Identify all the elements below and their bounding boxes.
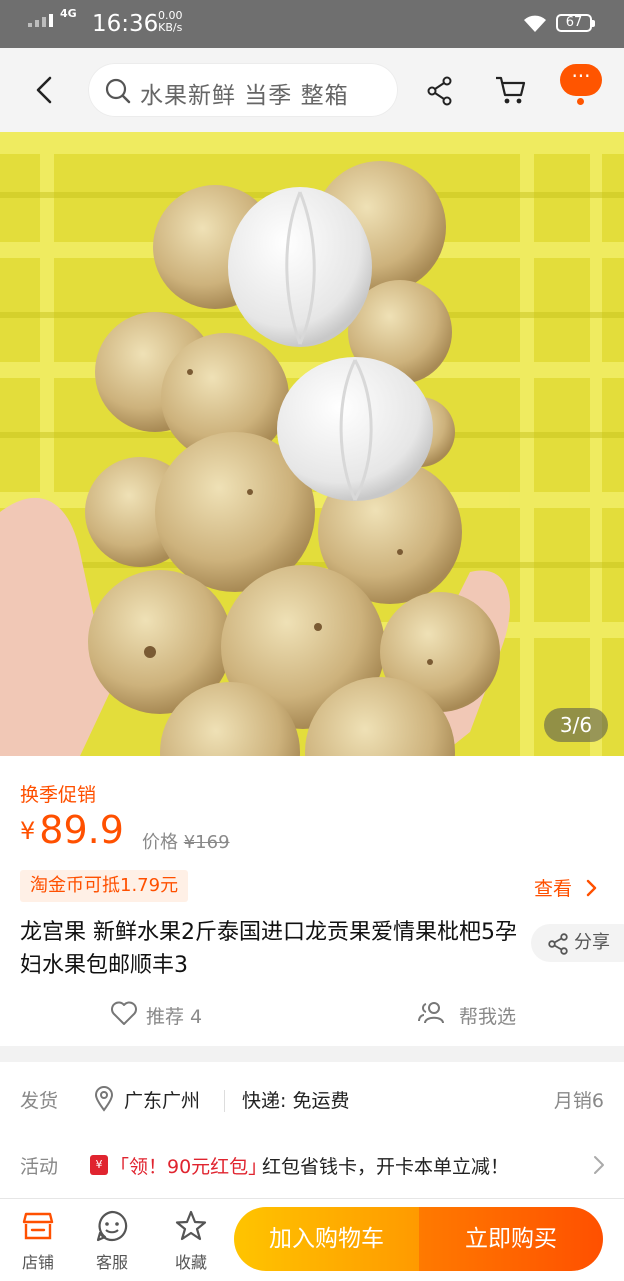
chevron-right-icon bbox=[586, 879, 597, 897]
network-speed: 0.00 KB/s bbox=[158, 10, 183, 34]
product-title: 龙宫果 新鲜水果2斤泰国进口龙贡果爱情果枇杷5孕妇水果包邮顺丰3 bbox=[20, 920, 517, 978]
more-menu-button[interactable]: ··· bbox=[560, 64, 602, 105]
price-currency: ¥ bbox=[20, 817, 36, 845]
promo-label: 换季促销 bbox=[20, 784, 97, 806]
check-offer-label: 查看 bbox=[534, 878, 573, 900]
battery-indicator: 67 bbox=[556, 14, 595, 32]
express-fee: 快递: 免运费 bbox=[242, 1090, 350, 1112]
favorite-button[interactable]: 收藏 bbox=[163, 1209, 219, 1273]
original-price-value: ¥169 bbox=[183, 832, 230, 853]
red-packet-label: 「领！90元红包」 bbox=[110, 1156, 268, 1178]
location-pin-icon bbox=[94, 1086, 114, 1112]
wifi-icon bbox=[524, 15, 546, 32]
longan-fruit-photo bbox=[0, 132, 624, 756]
chevron-right-icon bbox=[594, 1156, 604, 1174]
customer-service-label: 客服 bbox=[95, 1253, 128, 1272]
chat-face-icon bbox=[96, 1210, 128, 1242]
search-bar[interactable]: 水果新鲜 当季 整箱 bbox=[88, 63, 398, 117]
status-bar: 4G 16:36 0.00 KB/s 67 bbox=[0, 0, 624, 48]
search-icon bbox=[105, 78, 131, 104]
store-icon bbox=[22, 1212, 54, 1240]
divider bbox=[224, 1090, 225, 1112]
network-type: 4G bbox=[60, 7, 77, 20]
help-me-choose-label: 帮我选 bbox=[459, 1006, 517, 1028]
recommend-label: 推荐 4 bbox=[146, 1006, 203, 1028]
share-button[interactable]: 分享 bbox=[531, 924, 624, 962]
red-packet-icon: ¥ bbox=[90, 1155, 108, 1175]
activity-label: 活动 bbox=[20, 1156, 59, 1178]
store-button[interactable]: 店铺 bbox=[10, 1209, 66, 1273]
back-arrow-icon[interactable] bbox=[26, 72, 62, 108]
users-icon bbox=[418, 1002, 444, 1024]
star-icon bbox=[175, 1210, 207, 1241]
check-offer-link[interactable]: 查看 bbox=[534, 874, 598, 901]
original-price: 价格 ¥169 bbox=[142, 828, 230, 854]
top-navigation: 水果新鲜 当季 整箱 ··· bbox=[0, 48, 624, 132]
image-page-indicator: 3/6 bbox=[544, 708, 608, 742]
heart-icon bbox=[111, 1001, 137, 1025]
signal-icon bbox=[28, 14, 53, 27]
monthly-sales: 月销6 bbox=[553, 1090, 604, 1112]
add-to-cart-button[interactable]: 加入购物车 bbox=[234, 1207, 419, 1271]
activity-description: 红包省钱卡，开卡本单立减！ bbox=[262, 1156, 510, 1178]
bottom-action-bar: 店铺 客服 收藏 加入购物车 立即购买 bbox=[0, 1198, 624, 1281]
customer-service-button[interactable]: 客服 bbox=[84, 1209, 140, 1273]
favorite-label: 收藏 bbox=[174, 1253, 207, 1272]
product-info-card: 换季促销 ¥89.9 价格 ¥169 淘金币可抵1.79元 查看 龙宫果 新鲜水… bbox=[0, 756, 624, 1046]
share-icon bbox=[548, 933, 568, 955]
share-label: 分享 bbox=[574, 932, 610, 953]
network-speed-unit: KB/s bbox=[158, 21, 183, 34]
cart-icon[interactable] bbox=[494, 74, 526, 106]
search-placeholder: 水果新鲜 当季 整箱 bbox=[140, 83, 349, 109]
share-icon[interactable] bbox=[426, 76, 454, 106]
original-price-label: 价格 bbox=[142, 832, 178, 853]
product-image[interactable]: 3/6 bbox=[0, 132, 624, 756]
price: ¥89.9 bbox=[20, 808, 124, 852]
shipping-label: 发货 bbox=[20, 1090, 59, 1112]
price-value: 89.9 bbox=[39, 808, 124, 852]
activity-row[interactable]: 活动 ¥ 「领！90元红包」 红包省钱卡，开卡本单立减！ bbox=[0, 1152, 624, 1182]
ship-from-location: 广东广州 bbox=[124, 1090, 201, 1112]
shipping-section: 发货 广东广州 快递: 免运费 月销6 活动 ¥ 「领！90元红包」 红包省钱卡… bbox=[0, 1062, 624, 1200]
clock: 16:36 bbox=[92, 11, 159, 37]
shipping-row[interactable]: 发货 广东广州 快递: 免运费 月销6 bbox=[0, 1086, 624, 1116]
store-label: 店铺 bbox=[21, 1253, 54, 1272]
buy-now-button[interactable]: 立即购买 bbox=[419, 1207, 603, 1271]
coin-offer-badge: 淘金币可抵1.79元 bbox=[20, 870, 189, 902]
